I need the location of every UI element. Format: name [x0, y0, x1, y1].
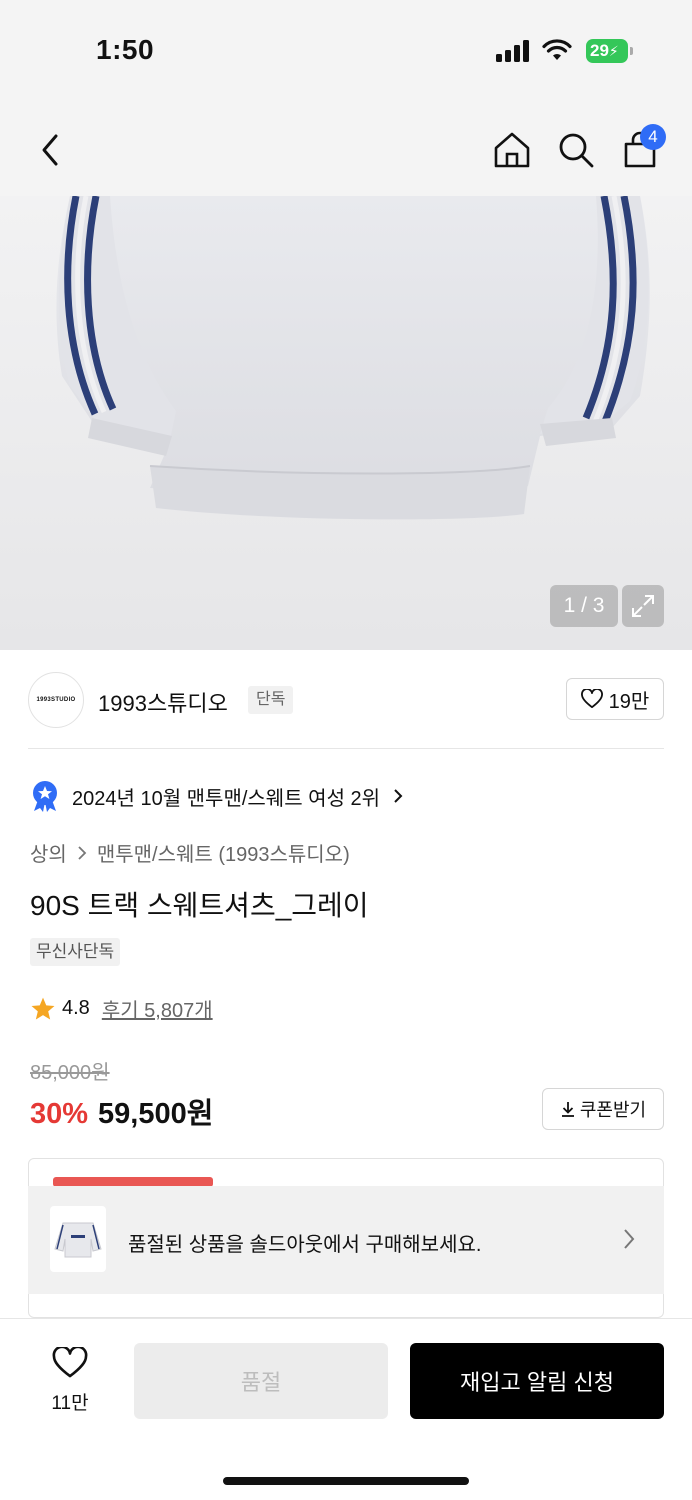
expand-icon[interactable]	[622, 585, 664, 627]
home-icon[interactable]	[490, 128, 534, 172]
home-indicator	[223, 1477, 469, 1485]
ranking-badge-icon	[33, 781, 57, 812]
price-row: 30% 59,500원	[30, 1090, 213, 1132]
cart-badge: 4	[640, 124, 666, 150]
wishlist-count: 11만	[51, 1393, 89, 1414]
restock-alert-button[interactable]: 재입고 알림 신청	[410, 1343, 664, 1419]
download-icon	[561, 1102, 574, 1117]
rating: 4.8 후기 5,807개	[30, 994, 213, 1023]
ranking-text: 2024년 10월 맨투맨/스웨트 여성 2위	[72, 787, 381, 810]
sweatshirt-image	[56, 196, 650, 520]
back-icon[interactable]	[28, 128, 72, 172]
battery-icon: 29⚡	[586, 39, 633, 63]
exclusive-tag: 무신사단독	[30, 938, 121, 966]
status-time: 1:50	[96, 34, 155, 65]
cellular-signal-icon	[496, 40, 532, 62]
soldout-banner-text: 품절된 상품을 솔드아웃에서 구매해보세요.	[128, 1234, 482, 1256]
brand-name[interactable]: 1993스튜디오	[98, 686, 228, 718]
breadcrumb: 상의 맨투맨/스웨트 (1993스튜디오)	[30, 838, 350, 867]
battery-level: 29	[590, 41, 609, 60]
star-icon	[31, 997, 55, 1020]
coupon-label: 쿠폰받기	[579, 1100, 647, 1120]
heart-icon	[52, 1345, 88, 1378]
brand-logo[interactable]: 1993STUDIO	[28, 672, 84, 728]
status-bar: 1:50 29⚡	[0, 0, 692, 100]
wishlist-button[interactable]: 11만	[30, 1345, 110, 1415]
chevron-right-icon	[624, 1229, 635, 1249]
heart-icon	[580, 689, 603, 709]
chevron-right-icon	[78, 845, 87, 860]
brand-logo-text: 1993STUDIO	[36, 697, 76, 703]
rating-score: 4.8	[62, 997, 90, 1019]
cart-icon[interactable]: 4	[618, 124, 666, 172]
search-icon[interactable]	[554, 128, 598, 172]
brand-exclusive-tag: 단독	[248, 686, 294, 714]
original-price: 85,000원	[30, 1062, 110, 1084]
discount-rate: 30%	[30, 1098, 89, 1130]
breadcrumb-subcategory[interactable]: 맨투맨/스웨트 (1993스튜디오)	[97, 838, 350, 867]
breadcrumb-category[interactable]: 상의	[30, 838, 67, 867]
product-title: 90S 트랙 스웨트셔츠_그레이	[30, 890, 369, 921]
sale-price: 59,500원	[98, 1098, 214, 1130]
brand-like-button[interactable]: 19만	[566, 678, 664, 720]
brand-like-count: 19만	[608, 690, 650, 713]
gallery-pager: 1 / 3	[550, 585, 618, 627]
chevron-right-icon	[394, 789, 403, 803]
product-image[interactable]	[0, 196, 692, 650]
ranking-link[interactable]: 2024년 10월 맨투맨/스웨트 여성 2위	[30, 780, 404, 812]
divider	[28, 748, 664, 749]
top-nav: 4	[0, 100, 692, 196]
soldout-thumbnail	[50, 1206, 106, 1272]
soldout-button[interactable]: 품절	[134, 1343, 388, 1419]
reviews-link[interactable]: 후기 5,807개	[102, 994, 213, 1023]
bottom-action-bar: 11만 품절 재입고 알림 신청	[0, 1318, 692, 1500]
coupon-button[interactable]: 쿠폰받기	[542, 1088, 664, 1130]
soldout-banner[interactable]: 품절된 상품을 솔드아웃에서 구매해보세요.	[28, 1186, 664, 1294]
wifi-icon	[542, 39, 572, 60]
